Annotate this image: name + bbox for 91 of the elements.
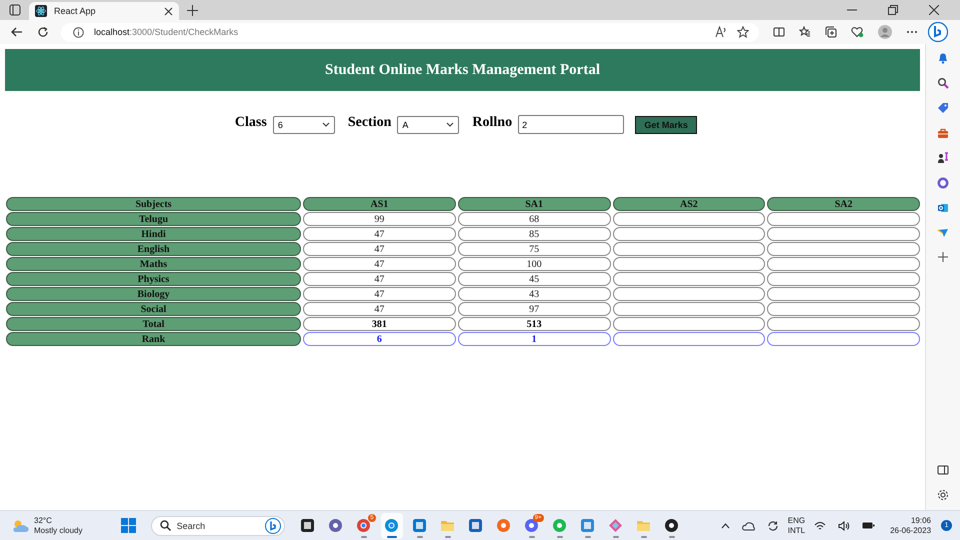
- weather-text: Mostly cloudy: [34, 526, 82, 536]
- avatar-icon[interactable]: [878, 25, 892, 39]
- time-text[interactable]: 19:06: [910, 516, 932, 526]
- chevron-icon: [446, 122, 454, 127]
- column-header: SA2: [767, 197, 920, 211]
- toolbox-icon[interactable]: [937, 127, 949, 139]
- subject-cell: Physics: [6, 272, 301, 286]
- diamond-icon: [608, 518, 624, 533]
- subject-cell: Total: [6, 317, 301, 331]
- column-header: Subjects: [6, 197, 301, 211]
- mark-cell: 47: [303, 287, 456, 301]
- mark-cell: 68: [458, 212, 610, 226]
- split-screen-icon[interactable]: [773, 26, 785, 38]
- column-header: AS1: [303, 197, 456, 211]
- rollno-field[interactable]: 2: [518, 115, 624, 134]
- subject-cell: Rank: [6, 332, 301, 346]
- portal-header: Student Online Marks Management Portal: [5, 49, 920, 91]
- close-icon[interactable]: [164, 6, 173, 16]
- refresh-icon[interactable]: [37, 26, 49, 38]
- search-icon[interactable]: [937, 77, 949, 89]
- restore-icon[interactable]: [888, 5, 898, 15]
- date-text[interactable]: 26-06-2023: [890, 526, 932, 536]
- plus-icon[interactable]: [938, 252, 948, 262]
- ring-icon[interactable]: [937, 177, 949, 189]
- more-icon[interactable]: [906, 30, 918, 34]
- settings-icon[interactable]: [937, 489, 949, 501]
- subject-cell: English: [6, 242, 301, 256]
- chevron-icon: [322, 122, 330, 127]
- column-header: AS2: [612, 197, 766, 211]
- rollno-label: Rollno: [472, 114, 512, 130]
- section-dropdown[interactable]: A: [397, 116, 460, 134]
- browser-tab[interactable]: React App: [29, 2, 179, 20]
- keyboard-layout-text[interactable]: INTL: [788, 526, 806, 536]
- browser-icon: [384, 518, 400, 533]
- class-dropdown[interactable]: 6: [272, 116, 335, 134]
- wifi-icon[interactable]: [814, 520, 826, 530]
- subject-cell: Social: [6, 302, 301, 316]
- sync-icon[interactable]: [766, 520, 779, 532]
- new-tab-icon[interactable]: [187, 5, 198, 16]
- mark-cell: 75: [458, 242, 610, 256]
- subject-cell: Hindi: [6, 227, 301, 241]
- subject-cell: Maths: [6, 257, 301, 271]
- favorites-icon[interactable]: [799, 26, 811, 38]
- mark-cell: 47: [303, 302, 456, 316]
- tab-actions-icon[interactable]: [9, 4, 21, 16]
- back-arrow-icon[interactable]: [11, 26, 23, 38]
- tag-icon[interactable]: [937, 102, 949, 114]
- subject-cell: Telugu: [6, 212, 301, 226]
- mark-cell: 43: [458, 287, 610, 301]
- browser-icon: [356, 518, 372, 533]
- column-header: SA1: [458, 197, 610, 211]
- rank-cell: 1: [458, 332, 610, 346]
- speaker-icon[interactable]: [838, 520, 850, 530]
- chevron-up-icon[interactable]: [720, 522, 730, 528]
- read-aloud-icon[interactable]: [715, 26, 727, 38]
- sidebar-panel-icon[interactable]: [937, 464, 949, 476]
- total-cell: 381: [303, 317, 456, 331]
- atom-icon: [35, 5, 47, 17]
- mark-cell: 85: [458, 227, 610, 241]
- search-field[interactable]: Search: [150, 516, 285, 536]
- cloud-icon[interactable]: [742, 520, 755, 530]
- mark-cell: 100: [458, 257, 610, 271]
- mark-cell: 97: [458, 302, 610, 316]
- battery-icon[interactable]: [862, 521, 876, 530]
- section-label: Section: [348, 114, 392, 130]
- address-field[interactable]: localhost:3000/Student/CheckMarks: [61, 22, 759, 42]
- collections-icon[interactable]: [825, 26, 837, 38]
- bell-icon[interactable]: [937, 52, 949, 64]
- task-view-icon: [300, 518, 316, 533]
- mark-cell: 47: [303, 257, 456, 271]
- heart-icon[interactable]: [851, 26, 864, 38]
- temperature-text: 32°C: [34, 516, 53, 526]
- folder-icon: [440, 518, 456, 533]
- subject-cell: Biology: [6, 287, 301, 301]
- total-cell: 513: [458, 317, 610, 331]
- rank-cell: 6: [303, 332, 456, 346]
- mark-cell: 47: [303, 272, 456, 286]
- paper-plane-icon[interactable]: [937, 227, 949, 239]
- language-text[interactable]: ENG: [788, 516, 806, 526]
- mark-cell: 47: [303, 227, 456, 241]
- class-label: Class: [234, 114, 267, 130]
- browser-icon: [496, 518, 512, 533]
- star-icon[interactable]: [737, 26, 749, 38]
- mark-cell: 47: [303, 242, 456, 256]
- search-icon: [160, 520, 171, 531]
- mark-cell: 99: [303, 212, 456, 226]
- close-icon[interactable]: [929, 5, 939, 15]
- start-icon[interactable]: [120, 518, 136, 533]
- folder-icon: [636, 518, 652, 533]
- info-icon[interactable]: [73, 26, 84, 38]
- mark-cell: 45: [458, 272, 610, 286]
